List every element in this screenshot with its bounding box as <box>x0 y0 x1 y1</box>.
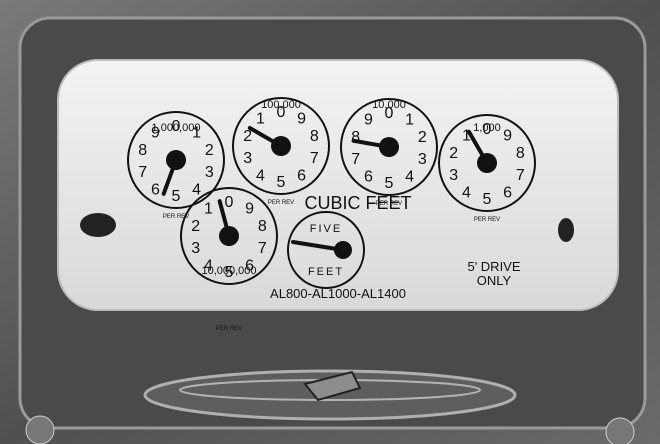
dial-digit: 5 <box>483 191 492 208</box>
dial-digit: 5 <box>172 188 181 205</box>
dial-hub <box>477 153 497 173</box>
dial-digit: 3 <box>418 151 427 168</box>
dial-digit: 7 <box>258 240 267 257</box>
dial-digit: 6 <box>503 184 512 201</box>
dial-digit: 7 <box>351 151 360 168</box>
dial-digit: 2 <box>205 142 214 159</box>
dial-digit: 1 <box>256 111 265 128</box>
dial-digit: 5 <box>225 264 234 281</box>
dial-per-rev: PER REV <box>268 200 294 206</box>
dial-digit: 0 <box>172 118 181 135</box>
dial-digit: 6 <box>151 181 160 198</box>
dial-digit: 2 <box>191 218 200 235</box>
test-dial-bottom-label: FEET <box>308 266 344 278</box>
dial-digit: 3 <box>205 164 214 181</box>
dial-digit: 6 <box>245 257 254 274</box>
test-dial-top-label: FIVE <box>310 223 342 235</box>
dial-digit: 3 <box>243 150 252 167</box>
dial-per-rev: PER REV <box>376 201 402 207</box>
dial-digit: 4 <box>192 181 201 198</box>
dial-digit: 4 <box>256 167 265 184</box>
dial-digit: 0 <box>225 194 234 211</box>
dial-per-rev: PER REV <box>474 217 500 223</box>
screw-left <box>25 415 55 444</box>
dial-digit: 2 <box>449 145 458 162</box>
dial-digit: 5 <box>277 174 286 191</box>
dial-hub <box>219 226 239 246</box>
dial-digit: 7 <box>138 164 147 181</box>
dial-digit: 6 <box>297 167 306 184</box>
drive-label-line1: 5' DRIVE <box>467 259 520 274</box>
dial-hub <box>379 137 399 157</box>
dial-digit: 8 <box>516 145 525 162</box>
dial-per-rev: PER REV <box>216 326 242 332</box>
face-hole-right <box>558 218 574 242</box>
model-number: AL800-AL1000-AL1400 <box>270 286 406 301</box>
dial-digit: 0 <box>385 105 394 122</box>
dial-digit: 4 <box>405 168 414 185</box>
face-hole-left <box>80 213 116 237</box>
test-dial-hub <box>334 241 352 259</box>
dial-digit: 9 <box>503 128 512 145</box>
dial-digit: 8 <box>138 142 147 159</box>
dial-digit: 7 <box>310 150 319 167</box>
dial-hub <box>271 136 291 156</box>
dial-digit: 3 <box>191 240 200 257</box>
dial-digit: 9 <box>245 201 254 218</box>
dial-digit: 5 <box>385 175 394 192</box>
dial-digit: 9 <box>364 112 373 129</box>
dial-digit: 8 <box>258 218 267 235</box>
dial-digit: 9 <box>151 125 160 142</box>
dial-digit: 9 <box>297 111 306 128</box>
dial-digit: 8 <box>310 128 319 145</box>
dial-digit: 4 <box>462 184 471 201</box>
dial-digit: 1 <box>192 125 201 142</box>
dial-digit: 3 <box>449 167 458 184</box>
dial-digit: 4 <box>204 257 213 274</box>
dial-digit: 0 <box>483 121 492 138</box>
dial-digit: 7 <box>516 167 525 184</box>
dial-digit: 0 <box>277 104 286 121</box>
dial-digit: 2 <box>418 129 427 146</box>
dial-digit: 6 <box>364 168 373 185</box>
dial-digit: 1 <box>204 201 213 218</box>
dial-hub <box>166 150 186 170</box>
screw-right <box>605 417 635 444</box>
gas-meter-photo: CUBIC FEET AL800-AL1000-AL1400 5' DRIVE … <box>0 0 660 444</box>
drive-label-line2: ONLY <box>477 273 512 288</box>
dial-digit: 1 <box>405 112 414 129</box>
